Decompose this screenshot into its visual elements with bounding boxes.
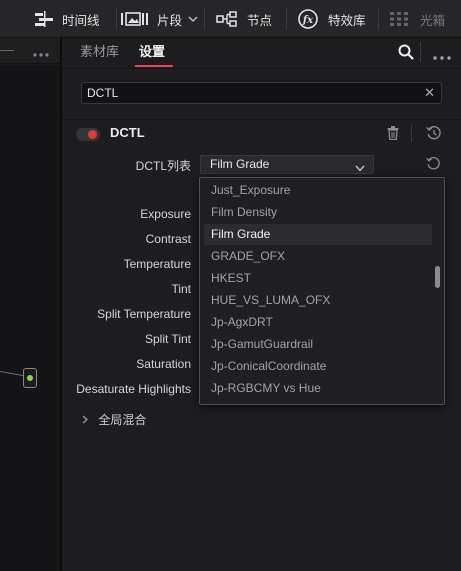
dctl-list-selected-value: Film Grade bbox=[210, 157, 270, 171]
effects-label: 特效库 bbox=[328, 13, 366, 28]
dctl-enable-toggle[interactable] bbox=[76, 128, 100, 141]
nodes-icon bbox=[216, 11, 238, 27]
clear-search-icon[interactable]: ✕ bbox=[424, 83, 435, 103]
chevron-right-icon bbox=[82, 413, 88, 427]
param-label-split-tint: Split Tint bbox=[144, 332, 191, 346]
clips-icon bbox=[120, 11, 150, 27]
header-divider-line bbox=[62, 68, 461, 69]
fx-icon: fx bbox=[298, 9, 318, 29]
top-toolbar: 时间线 片段 节点 fx 特效库 光箱 bbox=[0, 0, 461, 38]
dropdown-option-selected[interactable]: Film Grade bbox=[204, 224, 432, 245]
search-icon[interactable] bbox=[398, 44, 414, 63]
lightbox-icon bbox=[389, 11, 409, 27]
tab-settings[interactable]: 设置 bbox=[139, 38, 165, 68]
timeline-button[interactable]: 时间线 bbox=[34, 0, 100, 38]
effects-button[interactable]: fx 特效库 bbox=[298, 0, 366, 38]
param-label-saturation: Saturation bbox=[136, 357, 191, 371]
dropdown-option[interactable]: Jp-ConicalCoordinate bbox=[204, 356, 432, 377]
toggle-indicator bbox=[88, 130, 97, 139]
lightbox-label: 光箱 bbox=[420, 13, 446, 28]
search-input[interactable]: DCTL ✕ bbox=[81, 82, 442, 104]
global-mix-section[interactable]: 全局混合 bbox=[82, 411, 146, 428]
node-output-dot bbox=[27, 375, 33, 381]
dropdown-option[interactable]: Jp-GamutGuardrail bbox=[204, 334, 432, 355]
more-options-icon[interactable] bbox=[433, 50, 451, 64]
dctl-dropdown-menu[interactable]: Just_Exposure Film Density Film Grade GR… bbox=[199, 177, 445, 405]
param-label-tint: Tint bbox=[171, 282, 191, 296]
timeline-label: 时间线 bbox=[62, 13, 100, 28]
svg-text:fx: fx bbox=[302, 15, 314, 26]
header-divider bbox=[420, 42, 421, 62]
toolbar-divider bbox=[378, 8, 379, 30]
timeline-icon bbox=[34, 11, 54, 27]
header-divider bbox=[411, 124, 412, 142]
reset-dctl-icon[interactable] bbox=[426, 156, 441, 174]
lightbox-button[interactable]: 光箱 bbox=[389, 0, 445, 38]
node-editor-header bbox=[0, 38, 60, 64]
inspector-panel: 素材库 设置 DCTL ✕ DCTL DCTL列表 Film Grade Exp… bbox=[62, 38, 461, 571]
section-title: DCTL bbox=[110, 125, 145, 140]
param-label-desaturate-highlights: Desaturate Highlights bbox=[76, 382, 191, 396]
search-input-value: DCTL bbox=[87, 86, 119, 100]
clips-label: 片段 bbox=[157, 13, 183, 28]
nodes-label: 节点 bbox=[247, 13, 273, 28]
param-label-temperature: Temperature bbox=[123, 257, 191, 271]
clips-button[interactable]: 片段 bbox=[120, 0, 198, 38]
more-options-icon[interactable] bbox=[33, 47, 49, 61]
node-editor-canvas[interactable] bbox=[0, 65, 60, 571]
chevron-down-icon bbox=[355, 160, 365, 177]
tab-media-library[interactable]: 素材库 bbox=[80, 38, 119, 68]
toolbar-divider bbox=[204, 8, 205, 30]
dropdown-option[interactable]: Just_Exposure bbox=[204, 180, 432, 201]
toolbar-divider bbox=[116, 8, 117, 30]
node-connection-wire bbox=[0, 371, 24, 377]
dropdown-scrollbar[interactable] bbox=[435, 266, 440, 288]
dropdown-option[interactable]: Jp-RGBCMY vs Hue bbox=[204, 378, 432, 399]
dctl-list-select[interactable]: Film Grade bbox=[200, 155, 374, 174]
dropdown-option[interactable]: Film Density bbox=[204, 202, 432, 223]
node-output[interactable] bbox=[23, 368, 37, 388]
nodes-button[interactable]: 节点 bbox=[216, 0, 272, 38]
global-mix-label: 全局混合 bbox=[98, 413, 147, 427]
active-tab-indicator bbox=[135, 65, 173, 67]
dropdown-option[interactable]: Jp-AgxDRT bbox=[204, 312, 432, 333]
param-label-contrast: Contrast bbox=[145, 232, 191, 246]
minus-icon bbox=[0, 50, 14, 51]
dctl-list-label: DCTL列表 bbox=[135, 159, 191, 173]
section-divider bbox=[62, 119, 461, 120]
dropdown-option[interactable]: HUE_VS_LUMA_OFX bbox=[204, 290, 432, 311]
param-label-exposure: Exposure bbox=[140, 207, 191, 221]
toolbar-divider bbox=[286, 8, 287, 30]
trash-icon[interactable] bbox=[387, 126, 399, 143]
chevron-down-icon bbox=[188, 16, 198, 22]
reset-section-icon[interactable] bbox=[426, 125, 442, 144]
dropdown-option[interactable]: GRADE_OFX bbox=[204, 246, 432, 267]
param-label-split-temperature: Split Temperature bbox=[97, 307, 191, 321]
dropdown-option[interactable]: HKEST bbox=[204, 268, 432, 289]
